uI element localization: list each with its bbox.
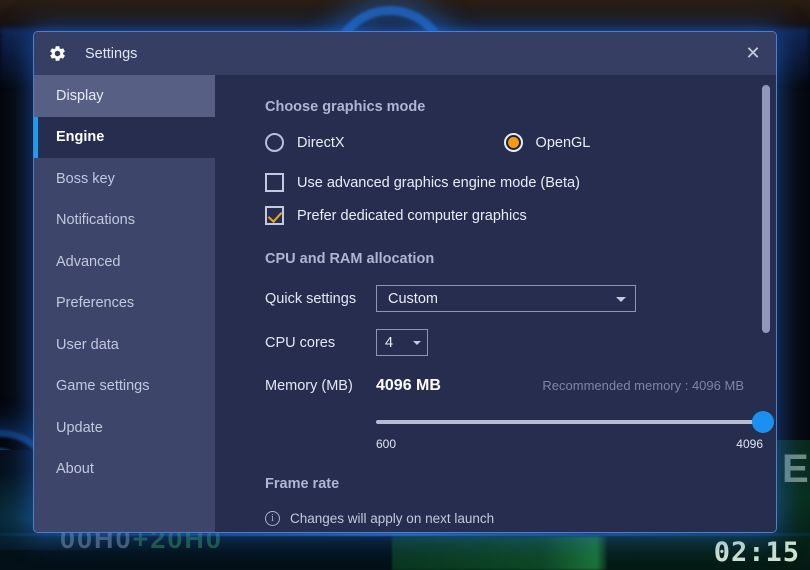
memory-label: Memory (MB) (265, 378, 353, 394)
sidebar-item-advanced[interactable]: Advanced (34, 241, 215, 283)
dialog-body: Display Engine Boss key Notifications Ad… (34, 75, 776, 532)
sidebar-item-update[interactable]: Update (34, 407, 215, 449)
next-launch-note-text: Changes will apply on next launch (290, 511, 495, 526)
quick-settings-value: Custom (388, 290, 438, 307)
settings-content-pane: Choose graphics mode DirectX OpenGL Use … (215, 75, 776, 532)
checkbox-prefer-dedicated-graphics[interactable]: Prefer dedicated computer graphics (265, 206, 776, 225)
sidebar-item-label: About (56, 461, 94, 478)
cpu-cores-dropdown[interactable]: 4 (376, 329, 428, 356)
sidebar-item-preferences[interactable]: Preferences (34, 283, 215, 325)
settings-sidebar: Display Engine Boss key Notifications Ad… (34, 75, 215, 532)
memory-slider-ticks: 600 4096 (376, 437, 763, 451)
sidebar-item-label: Update (56, 419, 103, 436)
memory-slider-max-label: 4096 (736, 437, 763, 451)
sidebar-item-label: User data (56, 336, 119, 353)
gear-icon (50, 46, 65, 61)
close-icon[interactable]: ✕ (730, 32, 776, 75)
graphics-mode-radio-group: DirectX OpenGL (265, 133, 776, 152)
radio-icon-opengl[interactable] (503, 133, 523, 152)
checkbox-icon-prefer-dedicated-graphics[interactable] (265, 206, 284, 225)
memory-row: Memory (MB) 4096 MB Recommended memory :… (265, 377, 776, 395)
quick-settings-row: Quick settings Custom (265, 285, 776, 312)
radio-label-opengl: OpenGL (535, 134, 591, 151)
memory-slider-min-label: 600 (376, 437, 397, 451)
sidebar-item-label: Advanced (56, 253, 121, 270)
cpu-ram-allocation-heading: CPU and RAM allocation (265, 251, 435, 267)
dialog-titlebar[interactable]: Settings ✕ (34, 32, 776, 75)
sidebar-item-boss-key[interactable]: Boss key (34, 158, 215, 200)
sidebar-item-notifications[interactable]: Notifications (34, 200, 215, 242)
sidebar-item-label: Preferences (56, 295, 135, 312)
radio-label-directx: DirectX (297, 134, 345, 151)
memory-slider[interactable] (376, 411, 774, 433)
frame-rate-heading: Frame rate (265, 476, 340, 492)
radio-icon-directx[interactable] (265, 133, 284, 152)
content-scrollbar[interactable] (762, 75, 770, 532)
sidebar-item-game-settings[interactable]: Game settings (34, 366, 215, 408)
info-icon: i (265, 511, 280, 526)
memory-value: 4096 MB (376, 377, 441, 394)
sidebar-item-label: Boss key (56, 170, 115, 187)
sidebar-item-display[interactable]: Display (34, 75, 215, 117)
checkbox-advanced-graphics-engine[interactable]: Use advanced graphics engine mode (Beta) (265, 173, 776, 192)
sidebar-item-label: Display (56, 87, 104, 104)
dialog-title: Settings (85, 45, 138, 62)
sidebar-item-label: Engine (56, 129, 105, 146)
graphics-mode-heading: Choose graphics mode (265, 99, 426, 115)
content-scrollbar-thumb[interactable] (762, 85, 770, 333)
cpu-cores-label: CPU cores (265, 334, 336, 351)
sidebar-item-label: Notifications (56, 212, 135, 229)
next-launch-note: i Changes will apply on next launch (265, 511, 776, 526)
quick-settings-dropdown[interactable]: Custom (376, 285, 636, 312)
checkbox-label-advanced-graphics-engine: Use advanced graphics engine mode (Beta) (297, 174, 580, 191)
checkbox-label-prefer-dedicated-graphics: Prefer dedicated computer graphics (297, 207, 527, 224)
radio-option-opengl[interactable]: OpenGL (503, 133, 591, 152)
memory-recommended-text: Recommended memory : 4096 MB (542, 378, 744, 393)
quick-settings-label: Quick settings (265, 290, 357, 307)
chevron-down-icon (413, 340, 421, 345)
sidebar-item-engine[interactable]: Engine (34, 116, 215, 158)
background-timer: 02:15 (713, 537, 800, 568)
background-es-text: ES (782, 447, 810, 491)
memory-slider-track[interactable] (376, 420, 763, 424)
sidebar-item-user-data[interactable]: User data (34, 324, 215, 366)
radio-option-directx[interactable]: DirectX (265, 133, 345, 152)
checkbox-icon-advanced-graphics-engine[interactable] (265, 173, 284, 192)
cpu-cores-value: 4 (385, 334, 394, 351)
sidebar-item-about[interactable]: About (34, 449, 215, 491)
sidebar-item-label: Game settings (56, 378, 150, 395)
chevron-down-icon (616, 296, 626, 302)
cpu-cores-row: CPU cores 4 (265, 329, 776, 356)
settings-dialog: Settings ✕ Display Engine Boss key Notif… (33, 31, 777, 533)
background-green-bar (392, 536, 607, 570)
